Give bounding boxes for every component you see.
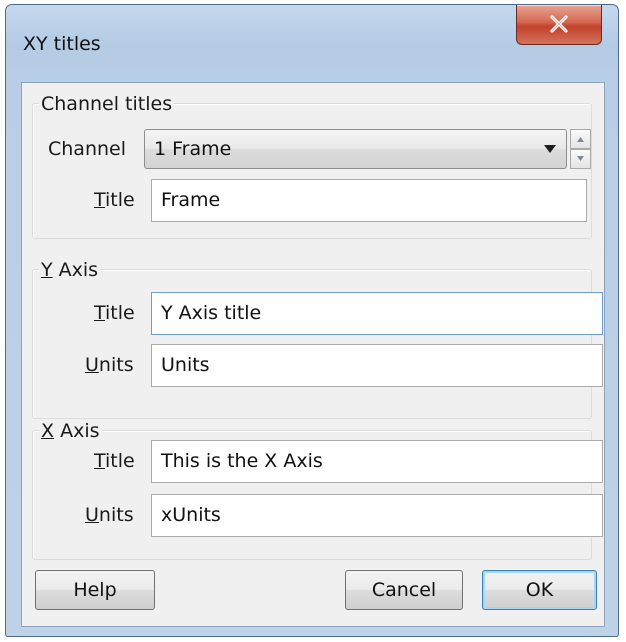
ok-button[interactable]: OK	[482, 570, 597, 610]
channel-label: Channel	[48, 138, 127, 160]
close-icon	[550, 15, 568, 33]
x-axis-title-label: Title	[94, 450, 135, 472]
channel-title-input[interactable]: Frame	[151, 179, 587, 222]
button-row: Help Cancel OK	[22, 570, 604, 614]
cancel-button[interactable]: Cancel	[345, 570, 463, 610]
x-axis-group-label: X Axis	[39, 420, 102, 442]
x-axis-group: X Axis Title This is the X Axis Units xU…	[32, 420, 603, 560]
y-axis-group-label: Y Axis	[39, 259, 101, 281]
y-axis-units-label: Units	[85, 354, 134, 376]
spin-up-icon	[577, 137, 584, 142]
dialog-content: Channel titles Channel 1 Frame Title Fra…	[21, 82, 605, 627]
close-button[interactable]	[516, 5, 602, 45]
help-button[interactable]: Help	[35, 570, 155, 610]
spin-up-button[interactable]	[570, 129, 591, 149]
chevron-down-icon	[544, 145, 556, 153]
channel-titles-group: Channel titles Channel 1 Frame Title Fra…	[32, 93, 592, 239]
x-axis-title-input[interactable]: This is the X Axis	[151, 440, 603, 483]
y-axis-title-input[interactable]: Y Axis title	[151, 292, 603, 335]
x-axis-units-input[interactable]: xUnits	[151, 494, 603, 537]
channel-spinner[interactable]	[570, 129, 591, 169]
channel-select[interactable]: 1 Frame	[144, 129, 567, 169]
channel-title-label: Title	[94, 189, 135, 211]
title-bar[interactable]: XY titles	[6, 5, 618, 85]
channel-titles-group-label: Channel titles	[39, 93, 175, 115]
y-axis-title-label: Title	[94, 302, 135, 324]
x-axis-units-label: Units	[85, 504, 134, 526]
dialog-window: XY titles Channel titles Channel 1 Frame	[5, 4, 619, 637]
y-axis-group: Y Axis Title Y Axis title Units Units	[32, 259, 603, 419]
window-title: XY titles	[23, 33, 101, 55]
channel-select-value: 1 Frame	[154, 138, 232, 160]
y-axis-units-input[interactable]: Units	[151, 344, 603, 387]
spin-down-icon	[577, 156, 584, 161]
spin-down-button[interactable]	[570, 149, 591, 169]
